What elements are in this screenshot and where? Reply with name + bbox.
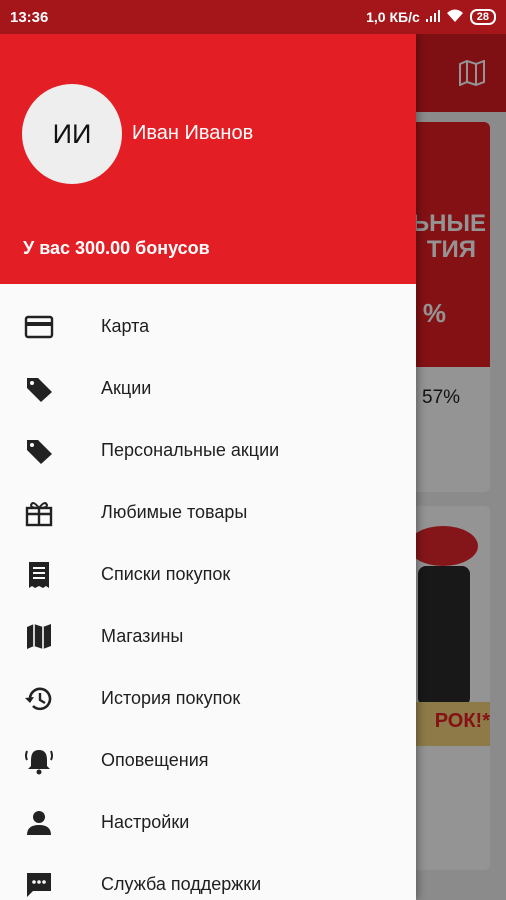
network-speed: 1,0 КБ/с xyxy=(366,9,420,25)
drawer-menu: Карта Акции Персональные акции Любимые т… xyxy=(0,296,416,900)
user-name[interactable]: Иван Иванов xyxy=(132,122,253,145)
menu-item-stores[interactable]: Магазины xyxy=(0,606,416,668)
status-time: 13:36 xyxy=(10,8,49,26)
status-bar: 13:36 1,0 КБ/с 28 xyxy=(0,0,506,34)
bonus-balance: У вас 300.00 бонусов xyxy=(23,238,210,258)
menu-item-purchase-history[interactable]: История покупок xyxy=(0,668,416,730)
tag-icon xyxy=(24,437,54,465)
menu-label: Списки покупок xyxy=(101,564,231,584)
menu-label: Карта xyxy=(101,316,150,336)
menu-label: Акции xyxy=(101,378,152,398)
chat-icon xyxy=(24,871,54,899)
menu-item-favorites[interactable]: Любимые товары xyxy=(0,482,416,544)
tag-icon xyxy=(24,375,54,403)
person-icon xyxy=(24,809,54,837)
card-icon xyxy=(24,313,54,341)
menu-item-notifications[interactable]: Оповещения xyxy=(0,730,416,792)
menu-label: Настройки xyxy=(101,812,190,832)
menu-label: Персональные акции xyxy=(101,440,280,460)
menu-item-personal-promotions[interactable]: Персональные акции xyxy=(0,420,416,482)
menu-item-shopping-lists[interactable]: Списки покупок xyxy=(0,544,416,606)
signal-icon xyxy=(425,9,440,25)
menu-item-card[interactable]: Карта xyxy=(0,296,416,358)
menu-label: История покупок xyxy=(101,688,241,708)
menu-item-settings[interactable]: Настройки xyxy=(0,792,416,854)
battery-indicator: 28 xyxy=(469,9,496,25)
history-icon xyxy=(24,685,54,713)
avatar-initials: ИИ xyxy=(52,118,92,149)
navigation-drawer: ИИ Иван Иванов У вас 300.00 бонусов Карт… xyxy=(0,34,416,900)
wifi-icon xyxy=(446,9,464,26)
menu-item-support[interactable]: Служба поддержки xyxy=(0,854,416,900)
menu-label: Оповещения xyxy=(101,750,209,770)
map-icon xyxy=(24,623,54,651)
gift-icon xyxy=(24,499,54,527)
menu-label: Любимые товары xyxy=(101,502,248,522)
avatar[interactable]: ИИ xyxy=(22,84,122,184)
receipt-list-icon xyxy=(24,561,54,589)
drawer-header: ИИ Иван Иванов У вас 300.00 бонусов xyxy=(0,34,416,284)
bell-icon xyxy=(24,747,54,775)
menu-item-promotions[interactable]: Акции xyxy=(0,358,416,420)
menu-label: Магазины xyxy=(101,626,184,646)
menu-label: Служба поддержки xyxy=(101,874,262,894)
